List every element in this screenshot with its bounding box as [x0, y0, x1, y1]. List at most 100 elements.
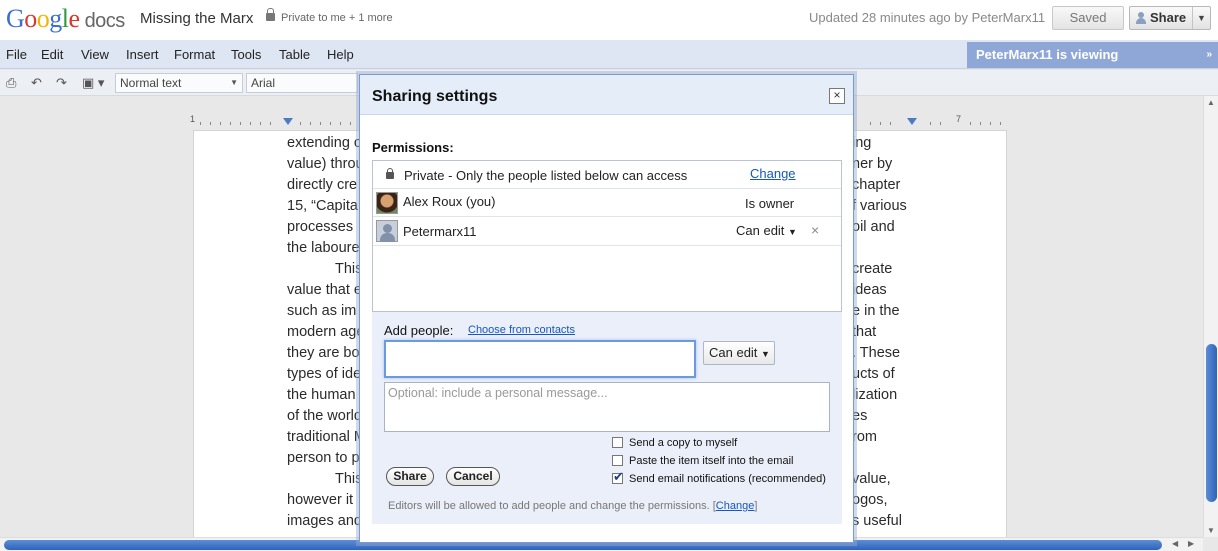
close-icon[interactable]: ×: [829, 88, 845, 104]
document-line: that: [852, 324, 877, 340]
new-permission-select[interactable]: Can edit ▼: [703, 341, 775, 365]
editor-role: Can edit: [736, 223, 785, 238]
document-line: lization: [852, 387, 898, 403]
paragraph-style-select[interactable]: Normal text ▼: [115, 73, 243, 93]
scroll-up-icon[interactable]: ▲: [1207, 98, 1215, 107]
add-people-input[interactable]: [384, 340, 696, 378]
chevron-down-icon: ▼: [761, 349, 770, 359]
logo-google: Google: [6, 4, 80, 33]
send-copy-checkbox[interactable]: [612, 437, 623, 448]
personal-message-input[interactable]: Optional: include a personal message...: [384, 382, 830, 432]
document-line: . These: [852, 345, 901, 361]
scroll-right-icon[interactable]: ▶: [1188, 539, 1194, 548]
document-line: oil and: [852, 219, 895, 235]
document-line: f various: [852, 198, 907, 214]
menu-tools[interactable]: Tools: [231, 47, 261, 62]
document-body-right[interactable]: ing ner by chapter f various oil and create id…: [852, 133, 907, 532]
scroll-left-icon[interactable]: ◀: [1172, 539, 1178, 548]
ruler-tick: [940, 122, 941, 125]
menu-format[interactable]: Format: [174, 47, 215, 62]
email-notify-label: Send email notifications (recommended): [629, 473, 826, 485]
editor-permission-dropdown[interactable]: Can edit ▼: [736, 223, 797, 238]
send-copy-label: Send a copy to myself: [629, 437, 738, 449]
ruler-tick: [230, 122, 231, 125]
editor-name: Petermarx11: [403, 224, 477, 239]
indent-marker[interactable]: [283, 118, 293, 125]
document-line: chapter: [852, 177, 901, 193]
logo-letter: g: [49, 4, 62, 33]
menu-table[interactable]: Table: [279, 47, 310, 62]
undo-icon[interactable]: ↶: [31, 76, 45, 89]
change-editor-permissions-link[interactable]: Change: [716, 500, 755, 512]
logo-letter: o: [36, 4, 50, 33]
last-updated[interactable]: Updated 28 minutes ago by PeterMarx11: [809, 10, 1045, 25]
ruler-tick: [980, 122, 981, 125]
logo-letter: G: [6, 4, 25, 33]
paint-format-icon[interactable]: ▣ ▾: [82, 76, 108, 89]
paste-item-option[interactable]: Paste the item itself into the email: [612, 455, 793, 467]
email-notify-option[interactable]: Send email notifications (recommended): [612, 469, 826, 485]
viewers-panel[interactable]: PeterMarx11 is viewing »: [967, 42, 1218, 68]
send-copy-option[interactable]: Send a copy to myself: [612, 437, 737, 449]
document-line: e in the: [852, 303, 900, 319]
ruler-tick: [270, 122, 271, 125]
saved-button[interactable]: Saved: [1052, 6, 1124, 30]
ruler-tick: [320, 122, 321, 125]
change-visibility-link[interactable]: Change: [750, 166, 796, 181]
owner-name: Alex Roux (you): [403, 194, 496, 209]
ruler-tick: [870, 122, 871, 125]
chevron-down-icon: ▼: [788, 227, 797, 237]
choose-contacts-link[interactable]: Choose from contacts: [468, 324, 575, 336]
menu-view[interactable]: View: [81, 47, 109, 62]
ruler-number: 1: [190, 114, 196, 124]
ruler-tick: [890, 122, 891, 125]
editor-row: Petermarx11 Can edit ▼ ×: [373, 217, 841, 246]
vertical-scrollbar[interactable]: ▲ ▼: [1203, 96, 1218, 537]
right-indent-marker[interactable]: [907, 118, 917, 125]
menu-insert[interactable]: Insert: [126, 47, 159, 62]
ruler-tick: [240, 122, 241, 125]
font-select[interactable]: Arial: [246, 73, 358, 93]
viewing-label: PeterMarx11 is viewing: [976, 47, 1119, 62]
printer-icon[interactable]: ⎙: [6, 76, 20, 89]
document-title[interactable]: Missing the Marx: [140, 10, 253, 27]
document-line: ucts of: [852, 366, 895, 382]
ruler-tick: [1000, 122, 1001, 125]
email-notify-checkbox[interactable]: [612, 469, 624, 485]
lock-icon: [266, 8, 275, 21]
logo-docs: docs: [84, 10, 126, 32]
document-line: ner by: [852, 156, 893, 172]
privacy-status[interactable]: Private to me + 1 more: [266, 8, 393, 24]
owner-row: Alex Roux (you) Is owner: [373, 189, 841, 217]
ruler-tick: [310, 122, 311, 125]
chevron-down-icon[interactable]: ▼: [1192, 7, 1210, 29]
remove-user-icon[interactable]: ×: [811, 222, 819, 238]
editors-note: Editors will be allowed to add people an…: [388, 500, 758, 512]
menu-edit[interactable]: Edit: [41, 47, 63, 62]
document-line: ideas: [852, 282, 887, 298]
cancel-button[interactable]: Cancel: [446, 467, 500, 486]
top-header: Google docs Missing the Marx Private to m…: [0, 0, 1218, 40]
person-icon: [1135, 12, 1147, 24]
menu-file[interactable]: File: [6, 47, 27, 62]
ruler-tick: [970, 122, 971, 125]
expand-icon[interactable]: »: [1206, 42, 1212, 68]
share-button[interactable]: Share ▼: [1129, 6, 1211, 30]
document-line: rom: [852, 429, 877, 445]
paste-item-checkbox[interactable]: [612, 455, 623, 466]
avatar: [376, 220, 398, 242]
vertical-scroll-thumb[interactable]: [1206, 344, 1217, 502]
share-label: Share: [1150, 10, 1187, 25]
menu-help[interactable]: Help: [327, 47, 354, 62]
document-line: es: [852, 408, 868, 424]
google-docs-logo[interactable]: Google docs: [6, 3, 125, 34]
logo-letter: o: [24, 4, 37, 33]
share-submit-button[interactable]: Share: [386, 467, 434, 486]
scroll-down-icon[interactable]: ▼: [1207, 526, 1215, 535]
document-line: value,: [852, 471, 891, 487]
document-line: create: [852, 261, 893, 277]
redo-icon[interactable]: ↷: [56, 76, 70, 89]
logo-letter: e: [68, 4, 81, 33]
